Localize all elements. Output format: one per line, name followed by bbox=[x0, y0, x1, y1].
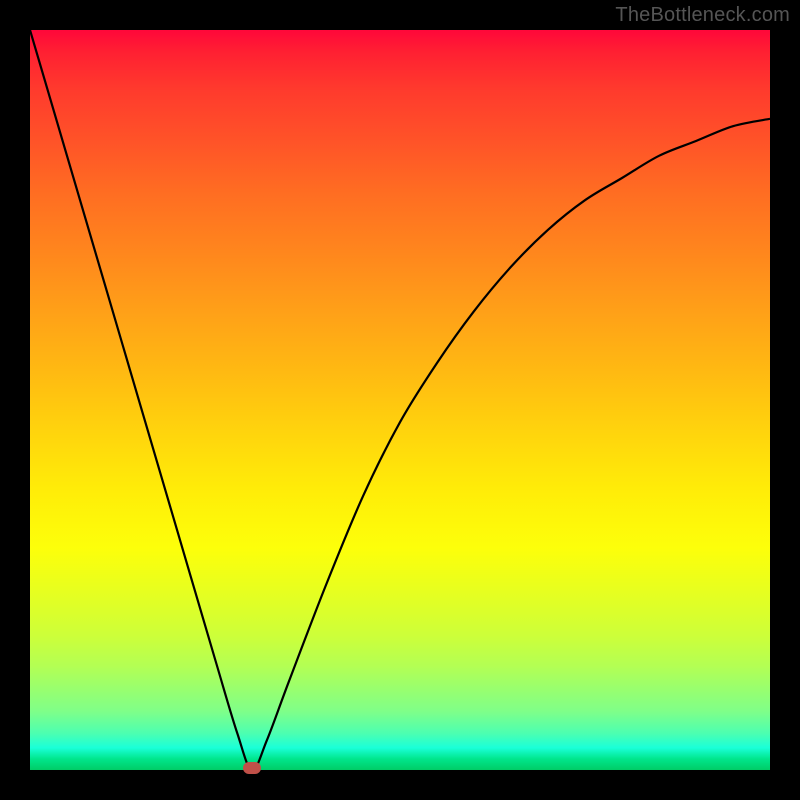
optimal-point-marker bbox=[243, 762, 261, 774]
bottleneck-curve bbox=[30, 30, 770, 770]
plot-area bbox=[30, 30, 770, 770]
watermark-text: TheBottleneck.com bbox=[615, 4, 790, 27]
chart-container: TheBottleneck.com bbox=[0, 0, 800, 800]
